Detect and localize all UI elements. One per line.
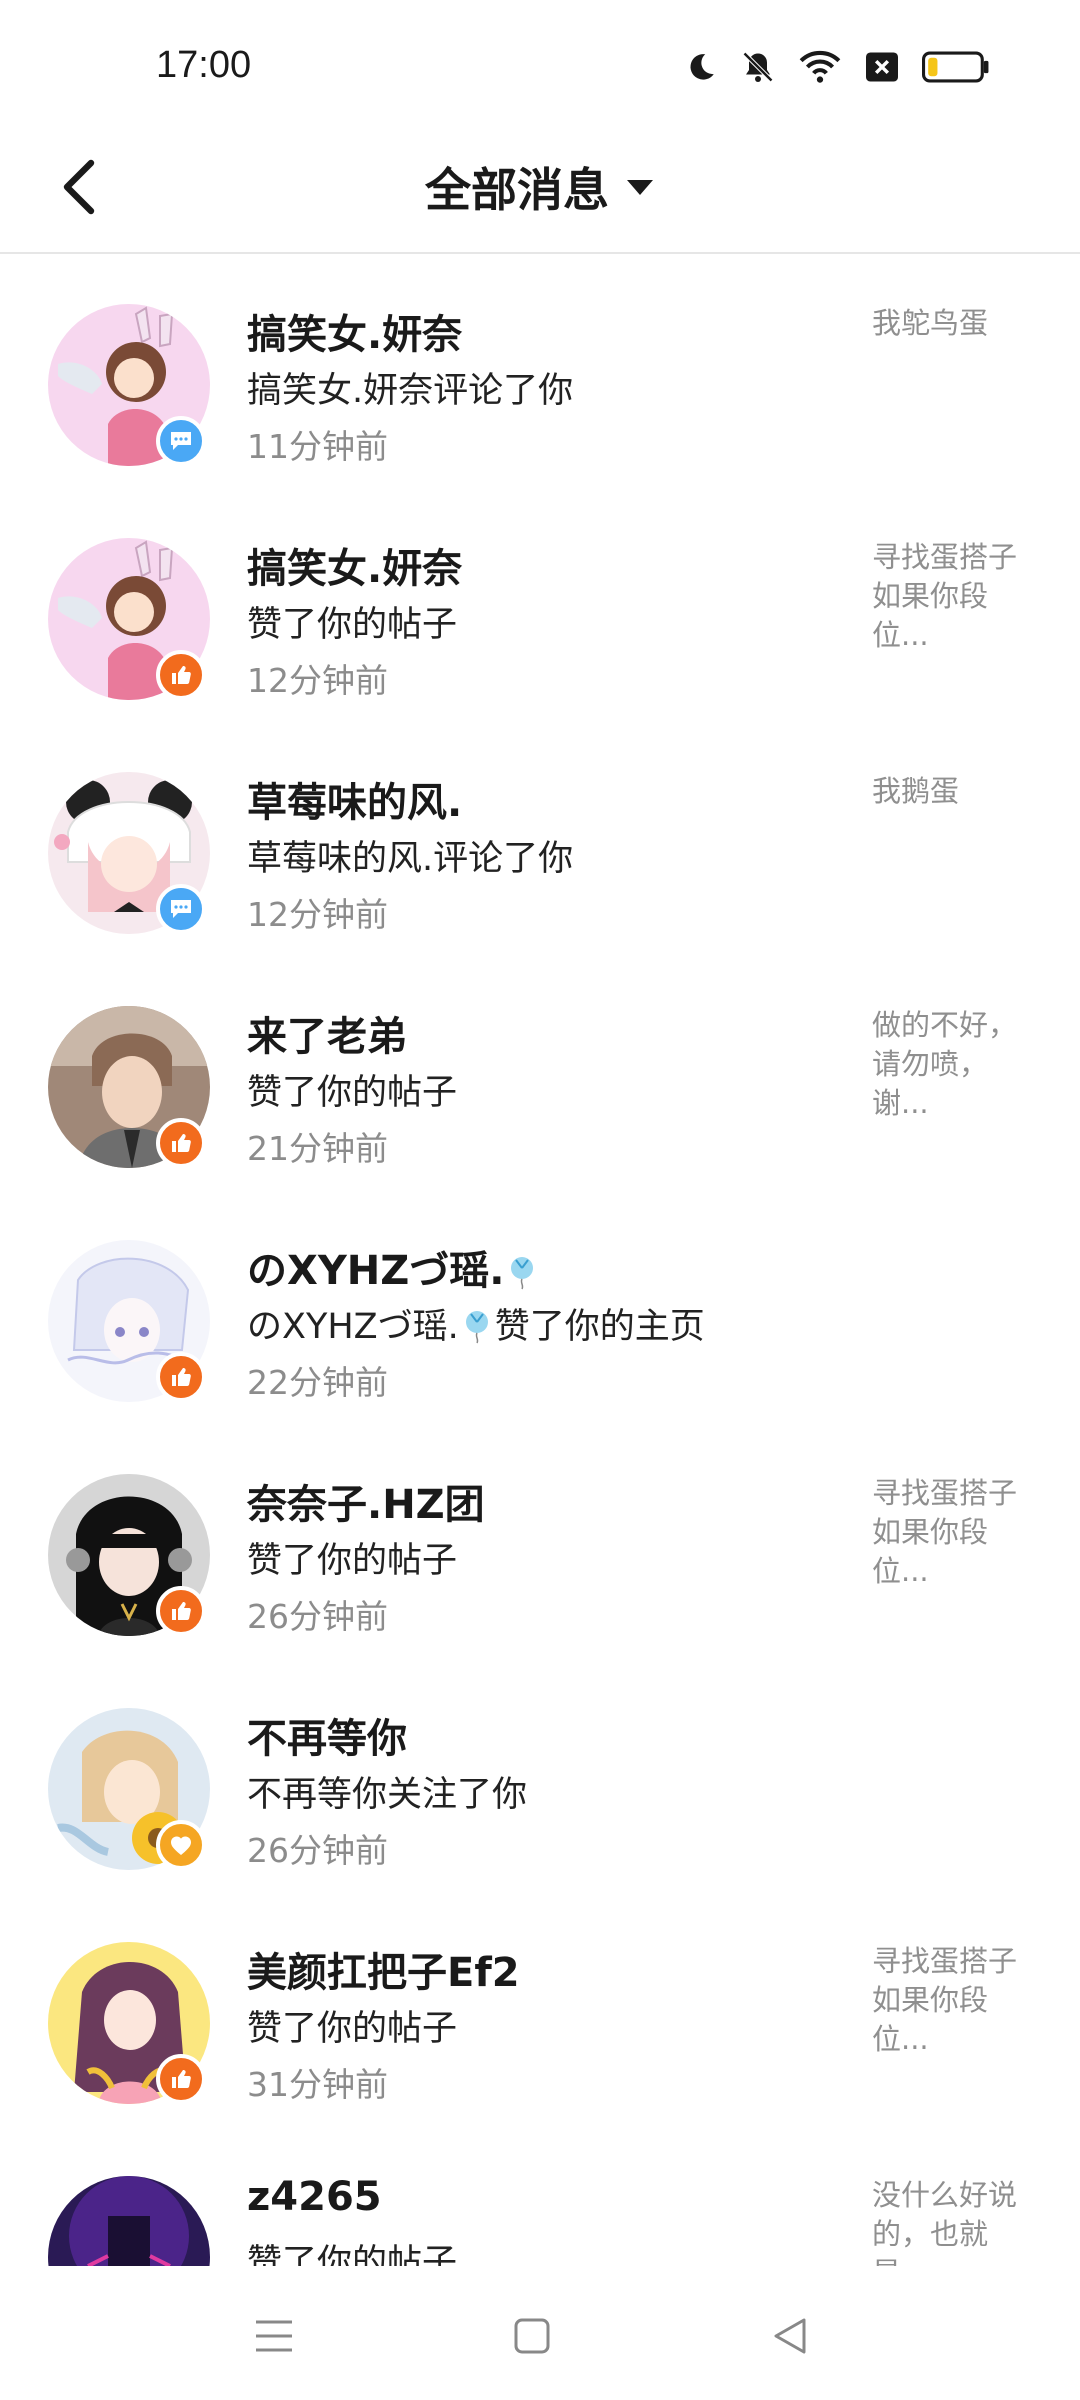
message-action: 赞了你的帖子 bbox=[247, 2243, 458, 2266]
header: 全部消息 bbox=[0, 130, 1080, 254]
comment-bubble-icon bbox=[171, 432, 191, 450]
back-nav-button[interactable] bbox=[760, 2306, 820, 2366]
post-preview: 做的不好， 请勿喷， 谢... bbox=[872, 1008, 1018, 1120]
list-item[interactable]: 搞笑女.妍奈 搞笑女.妍奈评论了你 11分钟前 我鸵鸟蛋 bbox=[0, 254, 1080, 488]
page-title: 全部消息 bbox=[425, 163, 609, 217]
message-action: 赞了你的帖子 bbox=[247, 1541, 458, 1581]
list-item[interactable]: z4265 赞了你的帖子 没什么好说 的，也就 是... bbox=[0, 2126, 1080, 2266]
comment-badge bbox=[156, 884, 206, 934]
system-nav-bar bbox=[0, 2266, 1080, 2400]
list-item[interactable]: 来了老弟 赞了你的帖子 21分钟前 做的不好， 请勿喷， 谢... bbox=[0, 956, 1080, 1190]
sender-name: z4265 bbox=[247, 2174, 382, 2220]
home-button[interactable] bbox=[502, 2306, 562, 2366]
avatar[interactable] bbox=[48, 2176, 210, 2266]
like-badge bbox=[156, 2054, 206, 2104]
message-time: 12分钟前 bbox=[247, 895, 388, 934]
sender-name: 草莓味的风. bbox=[247, 780, 463, 826]
sender-name: 不再等你 bbox=[247, 1716, 407, 1762]
message-time: 31分钟前 bbox=[247, 2065, 388, 2104]
thumbs-up-icon bbox=[172, 1602, 191, 1620]
message-time: 21分钟前 bbox=[247, 1129, 388, 1168]
list-item[interactable]: 美颜扛把子Ef2 赞了你的帖子 31分钟前 寻找蛋搭子 如果你段 位... bbox=[0, 1892, 1080, 2126]
like-badge bbox=[156, 1586, 206, 1636]
message-time: 26分钟前 bbox=[247, 1831, 388, 1870]
message-action: 草莓味的风.评论了你 bbox=[247, 839, 574, 879]
sender-name: のXYHZづ瑶. bbox=[247, 1238, 540, 1296]
thumbs-up-icon bbox=[172, 1134, 191, 1152]
status-icons bbox=[684, 44, 990, 90]
message-time: 26分钟前 bbox=[247, 1597, 388, 1636]
status-time: 17:00 bbox=[156, 44, 252, 86]
message-time: 22分钟前 bbox=[247, 1363, 388, 1402]
post-preview: 寻找蛋搭子 如果你段 位... bbox=[872, 1944, 1018, 2056]
message-list: 搞笑女.妍奈 搞笑女.妍奈评论了你 11分钟前 我鸵鸟蛋 搞笑女.妍奈 赞了你的… bbox=[0, 254, 1080, 2266]
moon-icon bbox=[684, 50, 718, 84]
thumbs-up-icon bbox=[172, 666, 191, 684]
follow-badge bbox=[156, 1820, 206, 1870]
comment-badge bbox=[156, 416, 206, 466]
message-time: 12分钟前 bbox=[247, 661, 388, 700]
message-action: 搞笑女.妍奈评论了你 bbox=[247, 371, 574, 411]
wifi-icon bbox=[798, 49, 842, 85]
message-time: 11分钟前 bbox=[247, 427, 388, 466]
heart-icon bbox=[171, 1836, 191, 1855]
caret-down-icon bbox=[627, 180, 653, 195]
message-action: のXYHZづ瑶. 赞了你的主页 bbox=[247, 1307, 705, 1347]
bell-muted-icon bbox=[740, 49, 776, 85]
sender-name: 搞笑女.妍奈 bbox=[247, 312, 463, 358]
post-preview: 我鸵鸟蛋 bbox=[872, 306, 989, 340]
list-item[interactable]: 草莓味的风. 草莓味的风.评论了你 12分钟前 我鹅蛋 bbox=[0, 722, 1080, 956]
like-badge bbox=[156, 1118, 206, 1168]
message-action: 赞了你的帖子 bbox=[247, 1073, 458, 1113]
list-item[interactable]: 不再等你 不再等你关注了你 26分钟前 bbox=[0, 1658, 1080, 1892]
battery-icon bbox=[922, 51, 990, 83]
sim-x-icon bbox=[864, 51, 900, 83]
balloon-emoji-icon bbox=[511, 1257, 534, 1290]
post-preview: 寻找蛋搭子 如果你段 位... bbox=[872, 1476, 1018, 1588]
message-filter-dropdown[interactable]: 全部消息 bbox=[0, 152, 1080, 222]
message-action: 不再等你关注了你 bbox=[247, 1775, 528, 1815]
thumbs-up-icon bbox=[172, 2070, 191, 2088]
home-square-icon bbox=[514, 2318, 550, 2354]
post-preview: 寻找蛋搭子 如果你段 位... bbox=[872, 540, 1018, 652]
thumbs-up-icon bbox=[172, 1368, 191, 1386]
list-item[interactable]: 奈奈子.HZ团 赞了你的帖子 26分钟前 寻找蛋搭子 如果你段 位... bbox=[0, 1424, 1080, 1658]
like-badge bbox=[156, 650, 206, 700]
list-item[interactable]: 搞笑女.妍奈 赞了你的帖子 12分钟前 寻找蛋搭子 如果你段 位... bbox=[0, 488, 1080, 722]
menu-icon bbox=[256, 2320, 292, 2352]
status-bar: 17:00 bbox=[0, 0, 1080, 130]
sender-name: 来了老弟 bbox=[247, 1014, 407, 1060]
post-preview: 我鹅蛋 bbox=[872, 774, 960, 808]
message-action: 赞了你的帖子 bbox=[247, 2009, 458, 2049]
recent-apps-button[interactable] bbox=[244, 2306, 304, 2366]
sender-name: 搞笑女.妍奈 bbox=[247, 546, 463, 592]
post-preview: 没什么好说 的，也就 是... bbox=[872, 2178, 1018, 2266]
like-badge bbox=[156, 1352, 206, 1402]
list-item[interactable]: のXYHZづ瑶. のXYHZづ瑶. 赞了你的主页 22分钟前 bbox=[0, 1190, 1080, 1424]
back-triangle-icon bbox=[774, 2318, 806, 2354]
sender-name: 奈奈子.HZ团 bbox=[247, 1482, 485, 1528]
balloon-emoji-icon bbox=[465, 1311, 488, 1344]
sender-name: 美颜扛把子Ef2 bbox=[247, 1950, 520, 1996]
comment-bubble-icon bbox=[171, 900, 191, 918]
message-action: 赞了你的帖子 bbox=[247, 605, 458, 645]
